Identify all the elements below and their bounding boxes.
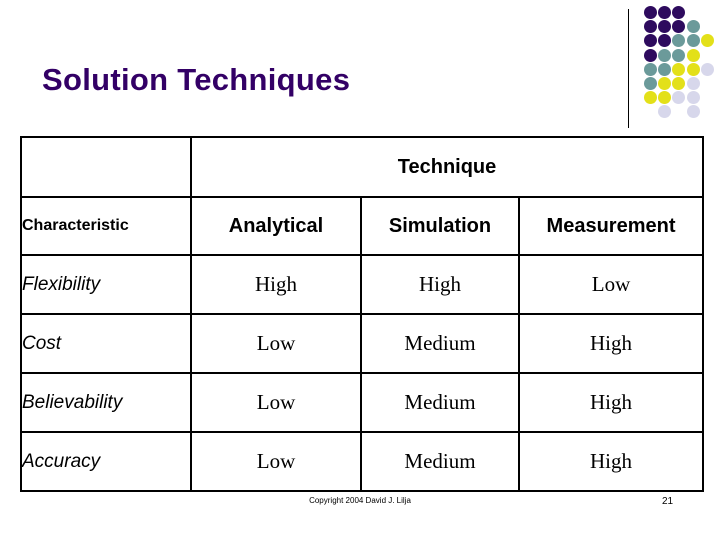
decorative-dot: [686, 34, 700, 48]
table-group-header-row: Technique: [20, 136, 705, 198]
decorative-dot: [644, 77, 657, 90]
footer-page-number: 21: [662, 496, 674, 507]
decorative-dot: [686, 20, 700, 34]
decorative-dot: [672, 91, 686, 105]
page-title: Solution Techniques: [42, 62, 351, 97]
table-header-measurement: Measurement: [517, 196, 705, 256]
cell-accuracy-simulation: Medium: [360, 431, 520, 492]
decorative-dot: [644, 20, 657, 34]
cell-flexibility-measurement: Low: [517, 254, 705, 315]
decorative-dot: [658, 91, 672, 105]
cell-flexibility-analytical: High: [190, 254, 362, 315]
decorative-dot: [658, 77, 672, 90]
cell-cost-analytical: Low: [190, 313, 362, 374]
table-row: Flexibility High High Low: [20, 254, 705, 315]
decorative-dot: [658, 48, 672, 62]
table-body: Flexibility High High Low Cost Low Mediu…: [20, 254, 705, 492]
cell-accuracy-analytical: Low: [190, 431, 362, 492]
decorative-dot: [644, 6, 657, 19]
decorative-dot: [672, 34, 686, 48]
decorative-dot: [658, 34, 672, 48]
decorative-dot: [686, 62, 700, 76]
table-corner-blank-cell: [20, 136, 192, 198]
decorative-dot: [700, 62, 714, 76]
table-row: Cost Low Medium High: [20, 313, 705, 374]
cell-believability-analytical: Low: [190, 372, 362, 433]
decorative-dot: [658, 6, 672, 19]
table-row: Believability Low Medium High: [20, 372, 705, 433]
decorative-dot: [644, 62, 657, 76]
decorative-dot: [686, 105, 700, 119]
cell-accuracy-measurement: High: [517, 431, 705, 492]
decorative-dot: [672, 48, 686, 62]
decorative-dot: [686, 48, 700, 62]
decorative-dot: [672, 62, 686, 76]
decorative-dot: [686, 91, 700, 105]
row-label-cost: Cost: [20, 313, 192, 374]
table-header-characteristic: Characteristic: [20, 196, 192, 256]
table-header: Technique Characteristic Analytical Simu…: [20, 136, 705, 256]
decorative-dot: [672, 6, 686, 19]
cell-flexibility-simulation: High: [360, 254, 520, 315]
row-label-accuracy: Accuracy: [20, 431, 192, 492]
table-column-header-row: Characteristic Analytical Simulation Mea…: [20, 196, 705, 256]
decorative-dot: [658, 62, 672, 76]
table-row: Accuracy Low Medium High: [20, 431, 705, 492]
row-label-believability: Believability: [20, 372, 192, 433]
decorative-dot: [644, 48, 657, 62]
decorative-dot: [644, 34, 657, 48]
decorative-dot: [658, 20, 672, 34]
table-header-analytical: Analytical: [190, 196, 362, 256]
decorative-dot: [672, 20, 686, 34]
decorative-dot: [686, 77, 700, 90]
dot-grid-decoration: [644, 6, 716, 122]
table-header-simulation: Simulation: [360, 196, 520, 256]
decorative-dot: [700, 34, 714, 48]
table-group-header-technique: Technique: [189, 136, 705, 198]
cell-cost-simulation: Medium: [360, 313, 520, 374]
decorative-dot: [658, 105, 672, 119]
cell-cost-measurement: High: [517, 313, 705, 374]
footer-copyright: Copyright 2004 David J. Lilja: [309, 496, 411, 505]
row-label-flexibility: Flexibility: [20, 254, 192, 315]
solution-techniques-table: Technique Characteristic Analytical Simu…: [20, 136, 705, 492]
cell-believability-simulation: Medium: [360, 372, 520, 433]
decorative-dot: [672, 77, 686, 90]
header-vertical-rule: [628, 9, 629, 128]
cell-believability-measurement: High: [517, 372, 705, 433]
decorative-dot: [644, 91, 657, 105]
